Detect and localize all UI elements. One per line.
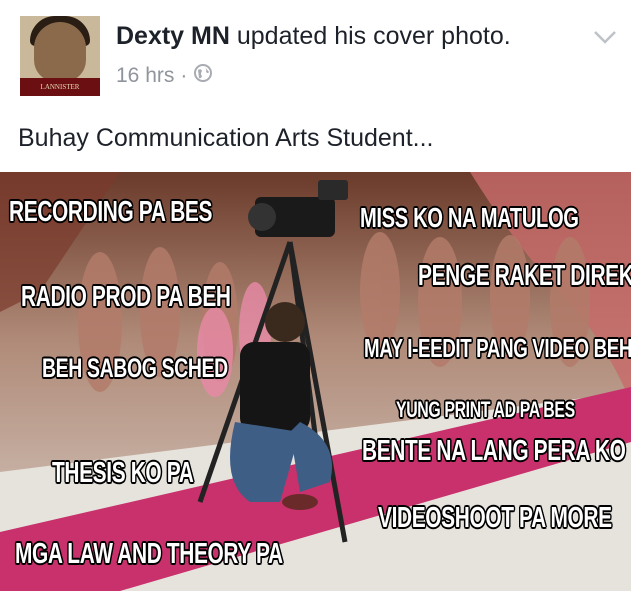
globe-icon[interactable] xyxy=(193,63,213,89)
post-meta: 16 hrs · xyxy=(116,63,213,89)
post-action-text: updated his cover photo. xyxy=(236,22,511,50)
avatar-face xyxy=(34,22,86,82)
overlay-text-video-edit: MAY I-EEDIT PANG VIDEO BEH xyxy=(364,333,631,363)
overlay-text-law-theory: MGA LAW AND THEORY PA xyxy=(15,538,283,570)
post-author-line: Dexty MN updated his cover photo. xyxy=(116,22,511,51)
overlay-text-videoshoot: VIDEOSHOOT PA MORE xyxy=(378,502,612,534)
overlay-text-miss-matulog: MISS KO NA MATULOG xyxy=(360,202,579,233)
overlay-text-radio-prod: RADIO PROD PA BEH xyxy=(21,281,231,313)
overlay-text-thesis: THESIS KO PA xyxy=(52,457,194,489)
overlay-text-penge-raket: PENGE RAKET DIREK xyxy=(418,260,631,292)
avatar-badge: LANNISTER xyxy=(20,78,100,96)
author-name-link[interactable]: Dexty MN xyxy=(116,22,230,50)
post-header: LANNISTER Dexty MN updated his cover pho… xyxy=(0,0,631,110)
cover-photo[interactable]: RECORDING PA BES RADIO PROD PA BEH BEH S… xyxy=(0,172,631,591)
overlay-text-print-ad: YUNG PRINT AD PA BES xyxy=(396,397,575,422)
overlay-text-bente: BENTE NA LANG PERA KO xyxy=(362,435,626,467)
post-timestamp[interactable]: 16 hrs xyxy=(116,64,174,88)
chevron-down-icon[interactable] xyxy=(592,28,618,46)
avatar[interactable]: LANNISTER xyxy=(20,16,100,96)
post-caption: Buhay Communication Arts Student... xyxy=(18,124,434,152)
overlay-text-sabog-sched: BEH SABOG SCHED xyxy=(42,353,228,383)
meta-separator: · xyxy=(180,64,188,87)
overlay-text-recording: RECORDING PA BES xyxy=(9,196,213,228)
